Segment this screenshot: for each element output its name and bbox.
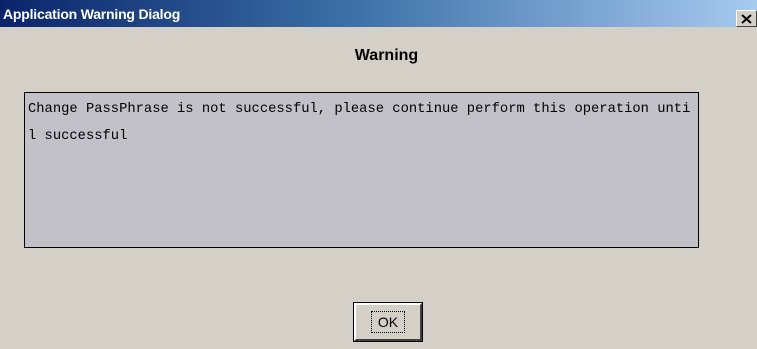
close-button[interactable]	[736, 10, 757, 27]
titlebar[interactable]: Application Warning Dialog	[0, 0, 757, 27]
ok-button[interactable]: OK	[353, 302, 423, 342]
close-icon	[741, 13, 752, 24]
dialog-heading: Warning	[354, 47, 419, 64]
warning-dialog-window: Application Warning Dialog Warning Chang…	[0, 0, 757, 349]
ok-button-label: OK	[370, 311, 406, 333]
message-text-area: Change PassPhrase is not successful, ple…	[24, 92, 699, 248]
window-title: Application Warning Dialog	[3, 5, 181, 22]
